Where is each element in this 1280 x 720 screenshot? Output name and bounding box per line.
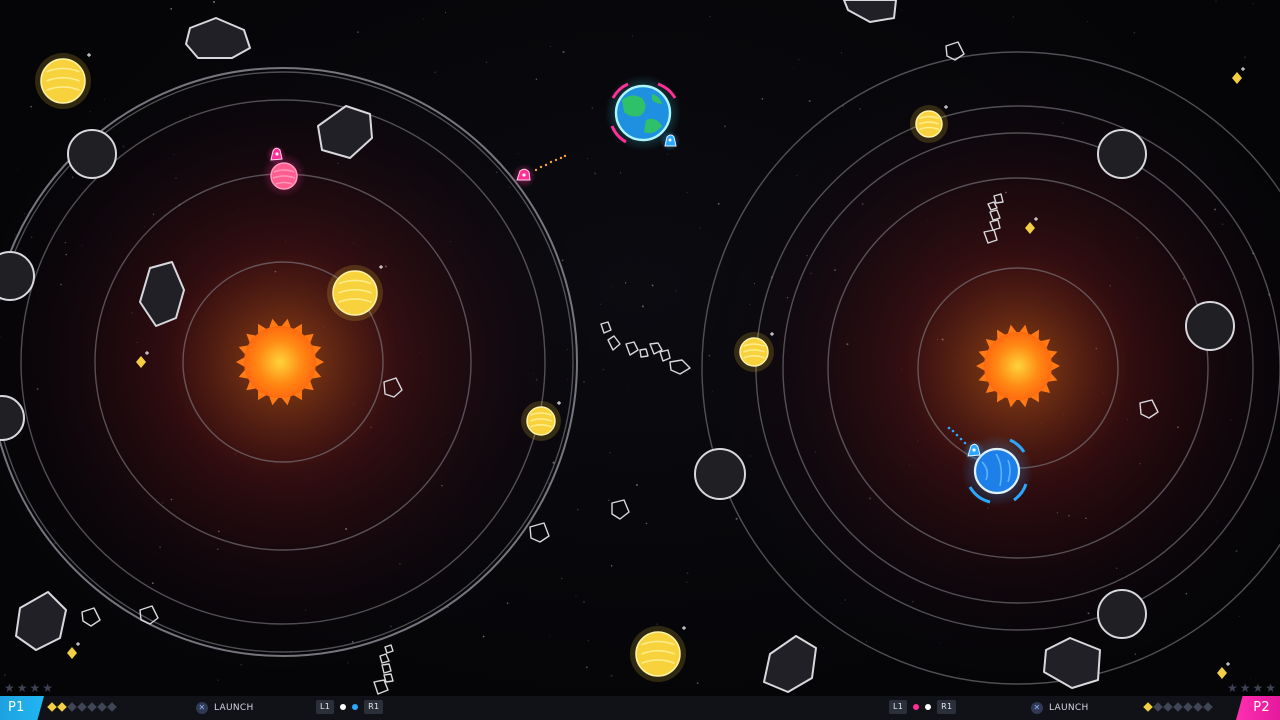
yellow-planet-icon — [521, 401, 561, 441]
star-icon: ★ — [1226, 681, 1238, 695]
yellow-planet-icon — [734, 332, 774, 372]
p1-star-rating: ★ ★ ★ ★ — [4, 682, 53, 694]
star-icon: ★ — [1239, 681, 1251, 695]
gem-slot-icon — [1143, 702, 1153, 712]
yellow-planet-icon — [327, 265, 383, 321]
asteroid-icon — [843, 0, 897, 23]
asteroid-icon — [763, 635, 817, 693]
gem-slot-icon — [1203, 702, 1213, 712]
p1-ship-docked-rocket-icon — [266, 145, 286, 165]
star-icon: ★ — [29, 681, 41, 695]
gem-slot-icon — [67, 702, 77, 712]
p2-launch-control[interactable]: ✕ LAUNCH — [1031, 700, 1089, 716]
gem-icon — [67, 642, 80, 659]
gem-slot-icon — [1183, 702, 1193, 712]
p1-launch-control[interactable]: ✕ LAUNCH — [196, 700, 254, 716]
r1-button[interactable]: R1 — [937, 700, 957, 714]
gem-slot-icon — [1193, 702, 1203, 712]
launch-label: LAUNCH — [1049, 703, 1089, 713]
gem-slot-icon — [1173, 702, 1183, 712]
p1-shoulder-controls[interactable]: L1 R1 — [316, 700, 384, 714]
gem-slot-icon — [1153, 702, 1163, 712]
p2-gem-counter — [1143, 702, 1213, 712]
gem-icon — [1232, 67, 1245, 84]
yellow-planet-icon — [910, 105, 948, 143]
asteroid-icon — [611, 499, 630, 520]
cross-button-icon: ✕ — [196, 702, 208, 714]
p1-gem-counter — [47, 702, 117, 712]
gem-slot-icon — [57, 702, 67, 712]
rock-planet-icon — [1097, 589, 1147, 639]
asteroid-icon — [669, 359, 691, 375]
gem-slot-icon — [77, 702, 87, 712]
yellow-planet-icon — [35, 53, 91, 109]
star-icon: ★ — [1265, 681, 1276, 695]
white-dot-icon — [340, 704, 347, 710]
right-solar-system — [688, 38, 1280, 698]
gem-slot-icon — [47, 702, 57, 712]
launch-label: LAUNCH — [214, 703, 254, 713]
play-field — [0, 0, 1280, 698]
blue-dot-icon — [352, 704, 359, 710]
rock-planet-icon — [1185, 301, 1235, 351]
asteroid-icon — [659, 349, 671, 362]
l1-button[interactable]: L1 — [889, 700, 908, 714]
asteroid-icon — [383, 673, 394, 683]
asteroid-icon — [185, 17, 251, 59]
star-icon: ★ — [42, 681, 54, 695]
yellow-planet-icon — [630, 626, 686, 682]
game-screen: ★ ★ ★ ★ ★ ★ ★ ★ P1 ✕ LAUNCH L1 R1 L1 R1 ✕ LAUN… — [0, 0, 1280, 720]
white-dot-icon — [925, 704, 932, 710]
asteroid-icon — [639, 348, 649, 358]
star-icon: ★ — [1252, 681, 1264, 695]
rock-planet-icon — [694, 448, 746, 500]
earth-ship-rocket-icon — [660, 131, 680, 151]
gem-icon — [1217, 662, 1230, 679]
p2-shoulder-controls[interactable]: L1 R1 — [889, 700, 957, 714]
p2-tag: P2 — [1236, 696, 1280, 720]
rock-planet-icon — [1097, 129, 1147, 179]
star-icon: ★ — [16, 681, 28, 695]
bottom-hud: P1 ✕ LAUNCH L1 R1 L1 R1 ✕ LAUNCH P2 — [0, 696, 1280, 720]
gem-slot-icon — [1163, 702, 1173, 712]
p1-tag: P1 — [0, 696, 44, 720]
p2-star-rating: ★ ★ ★ ★ — [1227, 682, 1276, 694]
star-icon: ★ — [4, 681, 15, 695]
l1-button[interactable]: L1 — [316, 700, 335, 714]
rock-planet-icon — [67, 129, 117, 179]
r1-button[interactable]: R1 — [364, 700, 384, 714]
gem-slot-icon — [107, 702, 117, 712]
gem-slot-icon — [87, 702, 97, 712]
gem-slot-icon — [97, 702, 107, 712]
pink-dot-icon — [913, 704, 920, 710]
cross-button-icon: ✕ — [1031, 702, 1043, 714]
asteroid-icon — [625, 341, 639, 356]
